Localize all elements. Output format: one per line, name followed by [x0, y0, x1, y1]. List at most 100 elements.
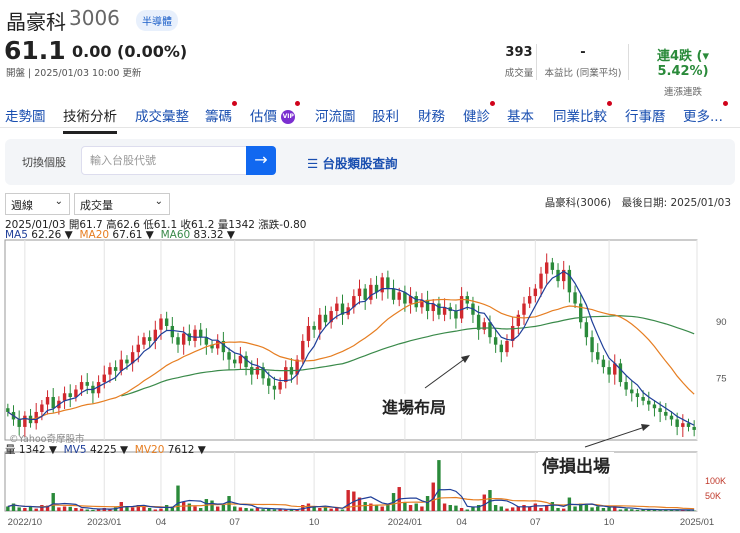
volume-bar — [562, 508, 566, 511]
volume-bar — [522, 505, 526, 511]
candle-body — [658, 408, 662, 412]
x-tick-label: 07 — [229, 517, 240, 528]
volume-bar — [482, 494, 486, 511]
volume-bar — [493, 505, 498, 511]
volume-bar — [233, 506, 237, 511]
volume-bar — [380, 506, 384, 511]
candle-body — [51, 397, 55, 409]
volume-bar — [318, 508, 322, 511]
candle-body — [369, 284, 373, 300]
candle-body — [216, 340, 220, 349]
mv20-label: MV20 — [134, 444, 165, 456]
candle-body — [79, 382, 84, 390]
candle-body — [306, 325, 311, 341]
candle-body — [596, 352, 600, 360]
candle-body — [550, 262, 555, 270]
candle-body — [108, 367, 112, 375]
candle-body — [255, 367, 260, 375]
volume-bar — [250, 508, 254, 511]
volume-bar — [91, 509, 95, 511]
candle-body — [23, 415, 27, 427]
candle-body — [170, 325, 175, 338]
candle-body — [590, 337, 594, 353]
candle-body — [601, 359, 606, 368]
volume-bar — [51, 493, 55, 511]
candle-body — [335, 303, 339, 312]
volume-tick-label: 50K — [705, 491, 721, 501]
volume-value: 1342 ▼ — [18, 444, 57, 456]
volume-bar — [414, 503, 418, 511]
candle-body — [233, 359, 237, 364]
volume-bar — [17, 507, 21, 511]
volume-bar — [420, 506, 424, 511]
volume-bar — [363, 502, 367, 511]
candle-body — [425, 299, 430, 312]
candle-body — [278, 382, 282, 390]
volume-bar — [216, 506, 220, 511]
candle-body — [147, 337, 152, 341]
candle-body — [686, 423, 691, 427]
price-tick-label: 75 — [716, 373, 727, 384]
arrow-head-icon — [461, 355, 470, 363]
candle-body — [40, 404, 44, 412]
candle-body — [312, 325, 316, 330]
volume-bar — [40, 505, 44, 511]
candle-body — [414, 296, 418, 308]
entry-annotation: 進場布局 — [378, 394, 451, 418]
x-tick-label: 04 — [156, 517, 167, 528]
candle-body — [573, 292, 577, 304]
volume-bar — [596, 506, 600, 511]
candle-body — [499, 344, 504, 353]
candle-body — [607, 367, 611, 375]
candle-body — [584, 322, 589, 338]
volume-bar — [68, 506, 72, 511]
mv20-value: 7612 ▼ — [167, 444, 206, 456]
candle-body — [176, 337, 180, 345]
candle-body — [85, 382, 89, 386]
volume-legend: 量 1342 ▼ MV5 4225 ▼ MV20 7612 ▼ — [5, 442, 206, 457]
volume-bar — [210, 500, 214, 511]
candle-body — [403, 292, 407, 304]
volume-bar — [448, 505, 452, 511]
candle-body — [630, 389, 634, 394]
candle-body — [17, 419, 21, 427]
volume-bar — [573, 506, 577, 511]
candle-body — [505, 340, 509, 353]
candle-body — [539, 273, 543, 289]
candle-body — [159, 318, 163, 330]
volume-bar — [153, 509, 158, 511]
candle-body — [250, 367, 254, 375]
candle-body — [198, 329, 203, 338]
volume-bar — [193, 506, 197, 511]
candle-body — [386, 277, 390, 289]
x-tick-label: 10 — [604, 517, 615, 528]
arrow-head-icon — [641, 424, 650, 431]
candle-body — [142, 337, 146, 345]
volume-bar — [85, 509, 89, 511]
candle-body — [635, 393, 640, 398]
volume-bar — [147, 508, 152, 511]
x-tick-label: 2025/01 — [680, 517, 714, 528]
volume-bar — [221, 505, 226, 511]
volume-tick-label: 100K — [705, 476, 726, 486]
volume-bar — [34, 508, 38, 511]
volume-bar — [459, 508, 464, 511]
candle-body — [681, 423, 685, 427]
volume-bar — [244, 508, 248, 511]
volume-bar — [550, 502, 555, 511]
volume-bar — [369, 503, 373, 511]
candle-body — [323, 314, 328, 323]
volume-bar — [340, 509, 345, 511]
volume-bar — [533, 503, 538, 511]
volume-bar — [74, 508, 78, 511]
candle-body — [391, 288, 396, 300]
volume-bar — [130, 507, 135, 511]
candle-body — [62, 393, 67, 401]
candle-body — [119, 359, 123, 371]
candle-body — [527, 296, 532, 304]
candle-body — [488, 322, 492, 338]
candle-body — [125, 359, 129, 364]
volume-bar — [505, 508, 509, 511]
candle-body — [244, 355, 248, 368]
candle-body — [318, 314, 322, 330]
